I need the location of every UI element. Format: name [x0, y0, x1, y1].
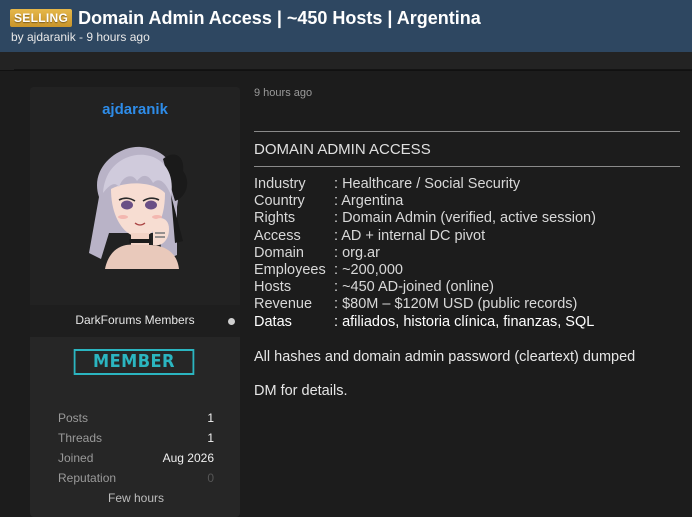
post-field-label: Industry	[254, 176, 306, 192]
post-paragraph: All hashes and domain admin password (cl…	[254, 349, 636, 365]
post-field-value: AD + internal DC pivot	[341, 227, 486, 244]
stat-label: Posts	[58, 411, 89, 425]
post-field-value: Argentina	[341, 193, 404, 210]
post-field-separator: :	[334, 176, 343, 192]
stat-value[interactable]: 1	[207, 411, 214, 425]
thread-title: Domain Admin Access | ~450 Hosts | Argen…	[78, 7, 481, 28]
post-fields: Industry: Healthcare / Social Security Co…	[254, 176, 596, 331]
post-field-separator: :	[334, 279, 343, 296]
author-sidebar: ajdaranik DarkForums Members MEMBER Post…	[30, 87, 240, 517]
post-field-domain: Domain: org.ar	[254, 245, 596, 262]
post-field-label: Access	[254, 227, 301, 244]
post-field-value: $80M – $120M USD (public records)	[342, 296, 578, 313]
selling-badge: SELLING	[10, 9, 73, 27]
post-field-value: ~450 AD-joined (online)	[342, 279, 495, 296]
thread-byline: by ajdaranik - 9 hours ago	[11, 30, 150, 44]
post-body: 9 hours ago DOMAIN ADMIN ACCESS Industry…	[254, 87, 680, 399]
post-field-value: afiliados, historia clínica, finanzas, S…	[342, 313, 595, 330]
post-field-label: Rights	[254, 210, 296, 227]
divider	[254, 166, 680, 167]
online-status-dot	[228, 318, 235, 325]
author-avatar[interactable]	[79, 137, 189, 269]
stat-label: Joined	[58, 451, 94, 465]
post-field-value: ~200,000	[342, 262, 403, 279]
user-group-row: DarkForums Members	[30, 305, 240, 337]
thread-title-line: SELLING Domain Admin Access | ~450 Hosts…	[10, 7, 692, 29]
post-timestamp[interactable]: 9 hours ago	[254, 87, 680, 99]
stat-threads: Threads 1	[58, 431, 214, 451]
author-username[interactable]: ajdaranik	[30, 101, 240, 118]
stat-reputation: Reputation 0	[58, 471, 214, 491]
stat-value: Aug 2026	[162, 451, 214, 465]
post-field-rights: Rights: Domain Admin (verified, active s…	[254, 210, 596, 227]
post-field-value: Healthcare / Social Security	[342, 176, 521, 192]
divider	[254, 131, 680, 132]
post-field-separator: :	[334, 296, 343, 313]
post-field-access: Access: AD + internal DC pivot	[254, 228, 596, 245]
post-heading: DOMAIN ADMIN ACCESS	[254, 141, 431, 158]
post-field-separator: :	[334, 210, 343, 227]
thread-subbar	[0, 52, 692, 71]
post-field-hosts: Hosts: ~450 AD-joined (online)	[254, 279, 596, 296]
post-field-separator: :	[334, 313, 343, 330]
stat-joined: Joined Aug 2026	[58, 451, 214, 471]
stat-value[interactable]: 0	[207, 471, 214, 485]
author-profile-card: ajdaranik	[30, 87, 240, 305]
post-field-label: Revenue	[254, 296, 313, 313]
stat-posts: Posts 1	[58, 411, 214, 431]
post-field-label: Hosts	[254, 279, 292, 296]
post-field-value: org.ar	[342, 244, 380, 261]
last-active-text: Few hours	[107, 491, 165, 505]
post-field-label: Country	[254, 193, 305, 210]
post-field-label: Domain	[254, 244, 304, 261]
post-field-revenue: Revenue: $80M – $120M USD (public record…	[254, 296, 596, 313]
post-field-industry: Industry: Healthcare / Social Security	[254, 176, 596, 193]
stat-label: Threads	[58, 431, 103, 445]
post-field-country: Country: Argentina	[254, 193, 596, 210]
stat-label: Reputation	[58, 471, 117, 485]
post-field-employees: Employees: ~200,000	[254, 262, 596, 279]
post-paragraph: DM for details.	[254, 383, 348, 399]
post-field-label: Employees	[254, 262, 326, 279]
post-field-value: Domain Admin (verified, active session)	[342, 210, 596, 227]
rank-badge: MEMBER	[73, 349, 195, 375]
post-field-separator: :	[334, 244, 343, 261]
author-stats: Posts 1 Threads 1 Joined Aug 2026 Reputa…	[58, 411, 214, 505]
post-field-label: Datas	[254, 313, 292, 330]
user-group-label: DarkForums Members	[75, 313, 195, 327]
divider	[14, 69, 692, 70]
stat-value[interactable]: 1	[207, 431, 214, 445]
post-field-separator: :	[334, 262, 343, 279]
thread-header: SELLING Domain Admin Access | ~450 Hosts…	[0, 0, 692, 52]
post-field-datas: Datas: afiliados, historia clínica, fina…	[254, 314, 596, 331]
